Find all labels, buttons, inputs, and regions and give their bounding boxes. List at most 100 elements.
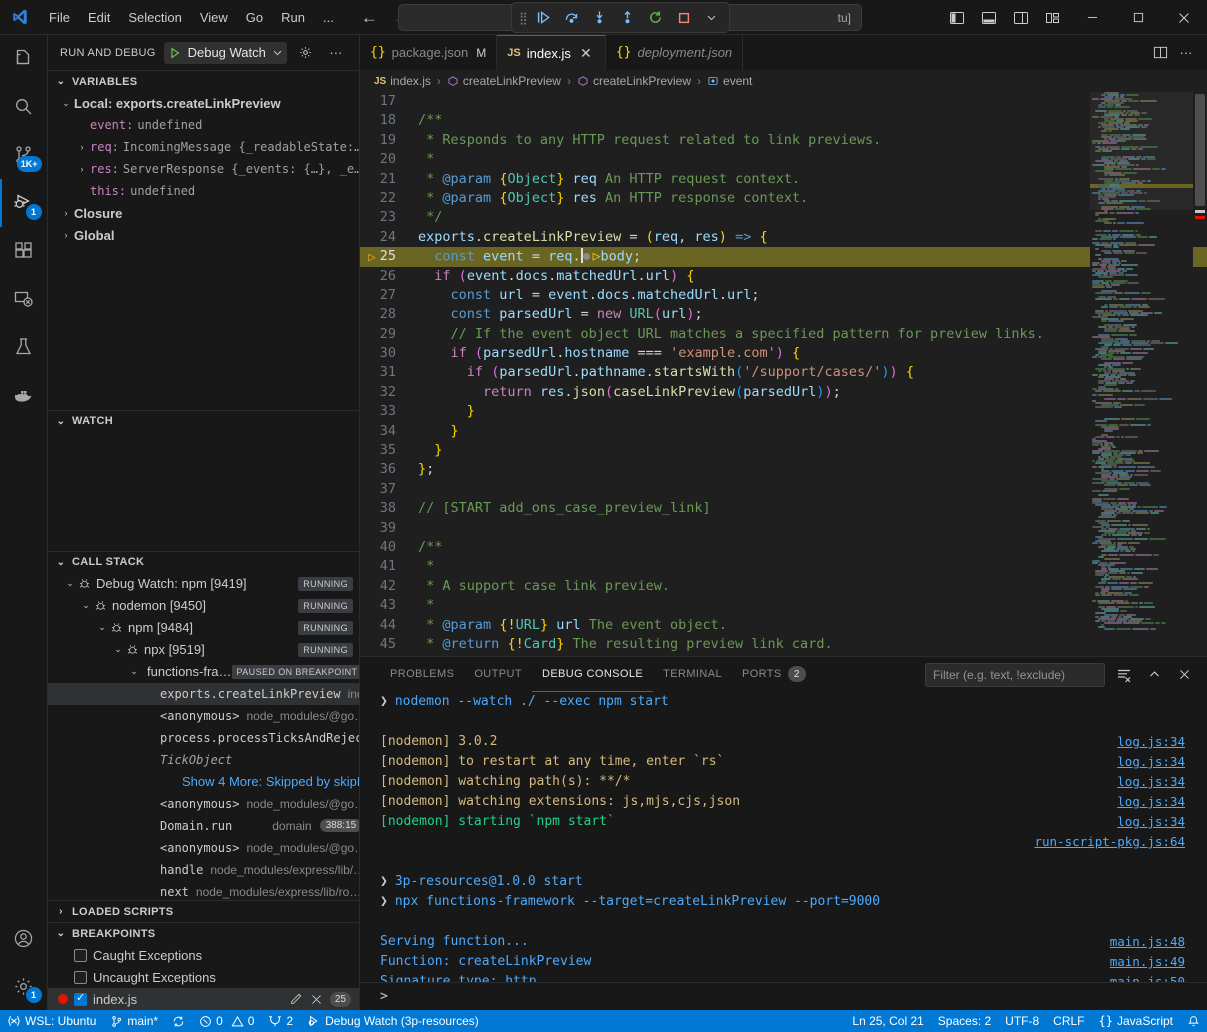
sidebar-more-actions-icon[interactable]: ··· <box>325 42 347 64</box>
variables-pane-header[interactable]: ⌄ VARIABLES <box>48 70 359 92</box>
debug-toolbar[interactable]: ⣿ <box>511 2 730 33</box>
activity-search[interactable] <box>0 83 48 131</box>
variables-group-global[interactable]: › Global <box>48 224 359 246</box>
status-ports[interactable]: 2 <box>261 1010 300 1032</box>
breakpoint-file-index-js[interactable]: index.js 25 <box>48 988 359 1010</box>
breakpoint-uncaught-exceptions[interactable]: Uncaught Exceptions <box>48 966 359 988</box>
menu-file[interactable]: File <box>40 7 79 28</box>
console-source-link[interactable]: run-script-pkg.js:64 <box>1034 832 1185 852</box>
console-source-link[interactable]: log.js:34 <box>1117 752 1185 772</box>
menu-view[interactable]: View <box>191 7 237 28</box>
callstack-session-row[interactable]: ⌄ nodemon [9450] RUNNING <box>48 595 359 617</box>
debug-restart-button[interactable] <box>643 6 669 30</box>
variable-row[interactable]: › req: IncomingMessage {_readableState:… <box>48 136 359 158</box>
breakpoint-caught-exceptions[interactable]: Caught Exceptions <box>48 944 359 966</box>
tab-debug-console[interactable]: DEBUG CONSOLE <box>532 657 653 692</box>
status-git-branch[interactable]: main* <box>103 1010 165 1032</box>
launch-configuration-selector[interactable]: Debug Watch <box>164 42 287 64</box>
window-minimize-button[interactable] <box>1069 0 1115 35</box>
console-source-link[interactable]: log.js:34 <box>1117 772 1185 792</box>
activity-run-and-debug[interactable]: 1 <box>0 179 48 227</box>
tab-ports[interactable]: PORTS 2 <box>732 657 816 692</box>
callstack-show-more-link[interactable]: Show 4 More: Skipped by skipFiles <box>182 774 359 789</box>
console-filter-input[interactable]: Filter (e.g. text, !exclude) <box>925 663 1105 687</box>
debug-stop-button[interactable] <box>671 6 697 30</box>
debug-step-into-button[interactable] <box>587 6 613 30</box>
status-cursor-position[interactable]: Ln 25, Col 21 <box>845 1010 930 1032</box>
console-source-link[interactable]: log.js:34 <box>1117 732 1185 752</box>
callstack-frame-row[interactable]: <anonymous> node_modules/@go… <box>48 705 359 727</box>
variables-scope-row[interactable]: ⌄ Local: exports.createLinkPreview <box>48 92 359 114</box>
checkbox[interactable] <box>74 971 87 984</box>
console-source-link[interactable]: main.js:50 <box>1110 972 1185 982</box>
customize-layout-icon[interactable] <box>1037 0 1069 35</box>
callstack-pane-header[interactable]: ⌄ CALL STACK <box>48 551 359 573</box>
drag-handle-icon[interactable]: ⣿ <box>516 11 529 25</box>
variable-row[interactable]: › res: ServerResponse {_events: {…}, _e… <box>48 158 359 180</box>
clear-console-icon[interactable] <box>1113 664 1135 686</box>
debug-console-output[interactable]: ❯nodemon --watch ./ --exec npm start [no… <box>360 692 1207 982</box>
console-source-link[interactable]: main.js:49 <box>1110 952 1185 972</box>
status-eol[interactable]: CRLF <box>1046 1010 1091 1032</box>
menu-go[interactable]: Go <box>237 7 272 28</box>
window-close-button[interactable] <box>1161 0 1207 35</box>
window-maximize-button[interactable] <box>1115 0 1161 35</box>
activity-settings[interactable]: 1 <box>0 962 48 1010</box>
callstack-frame-row[interactable]: handle node_modules/express/lib/… <box>48 859 359 881</box>
breadcrumb-file[interactable]: JS index.js <box>374 74 431 88</box>
tab-output[interactable]: OUTPUT <box>464 657 532 692</box>
chevron-right-icon[interactable]: › <box>74 142 90 152</box>
checkbox[interactable] <box>74 993 87 1006</box>
console-source-link[interactable]: log.js:34 <box>1117 792 1185 812</box>
debug-console-input[interactable]: > <box>360 982 1207 1010</box>
status-sync-changes[interactable] <box>165 1010 192 1032</box>
callstack-session-row[interactable]: ⌄ Debug Watch: npm [9419] RUNNING <box>48 573 359 595</box>
chevron-right-icon[interactable]: › <box>58 208 74 218</box>
status-language-mode[interactable]: {} JavaScript <box>1092 1010 1180 1032</box>
variable-row[interactable]: this: undefined <box>48 180 359 202</box>
chevron-down-icon[interactable]: ⌄ <box>94 622 110 633</box>
breadcrumb-symbol-2[interactable]: createLinkPreview <box>577 74 691 88</box>
menu-run[interactable]: Run <box>272 7 314 28</box>
menu-edit[interactable]: Edit <box>79 7 119 28</box>
activity-remote-explorer[interactable] <box>0 275 48 323</box>
chevron-down-icon[interactable]: ⌄ <box>126 666 142 677</box>
console-source-link[interactable]: log.js:34 <box>1117 812 1185 832</box>
tab-deployment-json[interactable]: {} deployment.json <box>606 35 743 70</box>
tab-problems[interactable]: PROBLEMS <box>380 657 464 692</box>
callstack-frame-row[interactable]: <anonymous> node_modules/@go… <box>48 793 359 815</box>
status-notifications[interactable] <box>1180 1010 1207 1032</box>
tab-package-json[interactable]: {} package.json M <box>360 35 497 70</box>
menu-bar[interactable]: File Edit Selection View Go Run ... <box>40 7 343 28</box>
debug-settings-gear-icon[interactable] <box>295 42 317 64</box>
callstack-session-row[interactable]: ⌄ functions-fra… PAUSED ON BREAKPOINT <box>48 661 359 683</box>
callstack-frame-row[interactable]: TickObject <box>48 749 359 771</box>
activity-accounts[interactable] <box>0 914 48 962</box>
breakpoints-pane-header[interactable]: ⌄ BREAKPOINTS <box>48 922 359 944</box>
callstack-frame-row[interactable]: Domain.run domain 388:15 <box>48 815 359 837</box>
tab-close-icon[interactable]: ✕ <box>577 45 595 62</box>
variable-row[interactable]: event: undefined <box>48 114 359 136</box>
editor-minimap[interactable] <box>1090 92 1193 656</box>
toggle-secondary-sidebar-icon[interactable] <box>1005 0 1037 35</box>
watch-pane-header[interactable]: ⌄ WATCH <box>48 410 359 432</box>
activity-extensions[interactable] <box>0 227 48 275</box>
activity-explorer[interactable] <box>0 35 48 83</box>
checkbox[interactable] <box>74 949 87 962</box>
callstack-frame-row[interactable]: <anonymous> node_modules/@go… <box>48 837 359 859</box>
close-panel-icon[interactable] <box>1173 664 1195 686</box>
breadcrumb-symbol-3[interactable]: event <box>707 74 752 88</box>
toggle-panel-icon[interactable] <box>973 0 1005 35</box>
chevron-down-icon[interactable]: ⌄ <box>78 600 94 611</box>
maximize-panel-icon[interactable] <box>1143 664 1165 686</box>
chevron-right-icon[interactable]: › <box>58 230 74 240</box>
go-back-icon[interactable]: ← <box>361 9 378 26</box>
console-source-link[interactable]: main.js:48 <box>1110 932 1185 952</box>
split-editor-icon[interactable] <box>1149 42 1171 64</box>
scrollbar-thumb[interactable] <box>1195 94 1205 206</box>
status-problems[interactable]: 0 0 <box>192 1010 261 1032</box>
variables-group-closure[interactable]: › Closure <box>48 202 359 224</box>
editor-vertical-scrollbar[interactable] <box>1193 92 1207 656</box>
callstack-session-row[interactable]: ⌄ npx [9519] RUNNING <box>48 639 359 661</box>
breadcrumb-symbol-1[interactable]: createLinkPreview <box>447 74 561 88</box>
